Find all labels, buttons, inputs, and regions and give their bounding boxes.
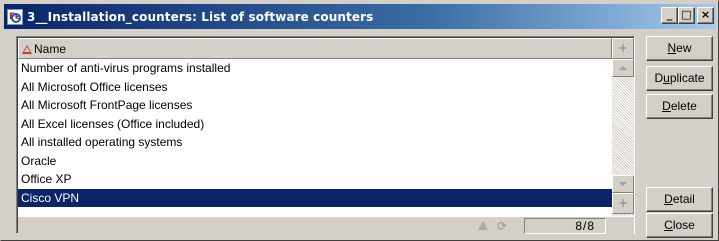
list-item[interactable]: All Excel licenses (Office included) bbox=[18, 115, 612, 134]
column-header-label: Name bbox=[34, 41, 67, 56]
record-count: 8/8 bbox=[524, 218, 606, 234]
list-window: Fe 3__Installation_counters: List of sof… bbox=[0, 0, 719, 241]
detail-button[interactable]: Detail bbox=[646, 187, 713, 212]
close-window-button[interactable]: × bbox=[697, 7, 714, 24]
list-item[interactable]: All installed operating systems bbox=[18, 133, 612, 152]
list-item[interactable]: Office XP bbox=[18, 170, 612, 189]
new-button-hotkey: N bbox=[667, 41, 677, 55]
duplicate-button[interactable]: Duplicate bbox=[646, 66, 713, 91]
expand-plus-icon[interactable]: + bbox=[612, 38, 634, 59]
list-status-bar: ⟳ 8/8 bbox=[18, 216, 634, 234]
duplicate-button-pre: D bbox=[654, 71, 664, 85]
window-controls: _ □ × bbox=[661, 7, 714, 24]
detail-button-hotkey: D bbox=[664, 192, 673, 206]
list-item[interactable]: Oracle bbox=[18, 152, 612, 171]
new-button-label: ew bbox=[676, 41, 692, 55]
counter-list: Name Number of anti-virus programs insta… bbox=[16, 36, 635, 234]
delete-button-hotkey: D bbox=[662, 99, 671, 113]
duplicate-button-hotkey: u bbox=[663, 71, 670, 85]
refresh-icon[interactable]: ⟳ bbox=[494, 219, 510, 233]
close-button-hotkey: C bbox=[664, 218, 673, 232]
sort-ascending-icon bbox=[22, 44, 32, 54]
arrow-up-icon bbox=[619, 66, 627, 70]
minimize-button[interactable]: _ bbox=[661, 7, 678, 24]
maximize-button[interactable]: □ bbox=[678, 7, 695, 24]
list-item[interactable]: All Microsoft Office licenses bbox=[18, 78, 612, 97]
new-button[interactable]: New bbox=[646, 36, 713, 61]
list-rows: Number of anti-virus programs installed A… bbox=[18, 59, 612, 216]
delete-button-label: elete bbox=[670, 99, 697, 113]
list-item[interactable]: All Microsoft FrontPage licenses bbox=[18, 96, 612, 115]
fe-table-icon: Fe bbox=[7, 8, 23, 25]
title-bar[interactable]: Fe 3__Installation_counters: List of sof… bbox=[4, 4, 716, 29]
scroll-up-button[interactable] bbox=[612, 59, 634, 77]
duplicate-button-label: plicate bbox=[669, 71, 705, 85]
vertical-scrollbar[interactable]: + + bbox=[612, 38, 634, 216]
expand-plus-icon-bottom[interactable]: + bbox=[612, 193, 634, 214]
warning-icon bbox=[478, 221, 488, 230]
list-frame: Name Number of anti-virus programs insta… bbox=[17, 37, 634, 234]
scroll-down-button[interactable] bbox=[612, 175, 634, 193]
detail-button-label: etail bbox=[672, 192, 695, 206]
delete-button[interactable]: Delete bbox=[646, 94, 713, 119]
arrow-down-icon bbox=[619, 182, 627, 186]
close-button[interactable]: Close bbox=[646, 213, 713, 238]
close-button-label: lose bbox=[672, 218, 695, 232]
column-header-name[interactable]: Name bbox=[18, 38, 612, 59]
list-item-selected[interactable]: Cisco VPN bbox=[18, 188, 612, 207]
list-item[interactable]: Number of anti-virus programs installed bbox=[18, 59, 612, 78]
window-title: 3__Installation_counters: List of softwa… bbox=[27, 9, 374, 24]
